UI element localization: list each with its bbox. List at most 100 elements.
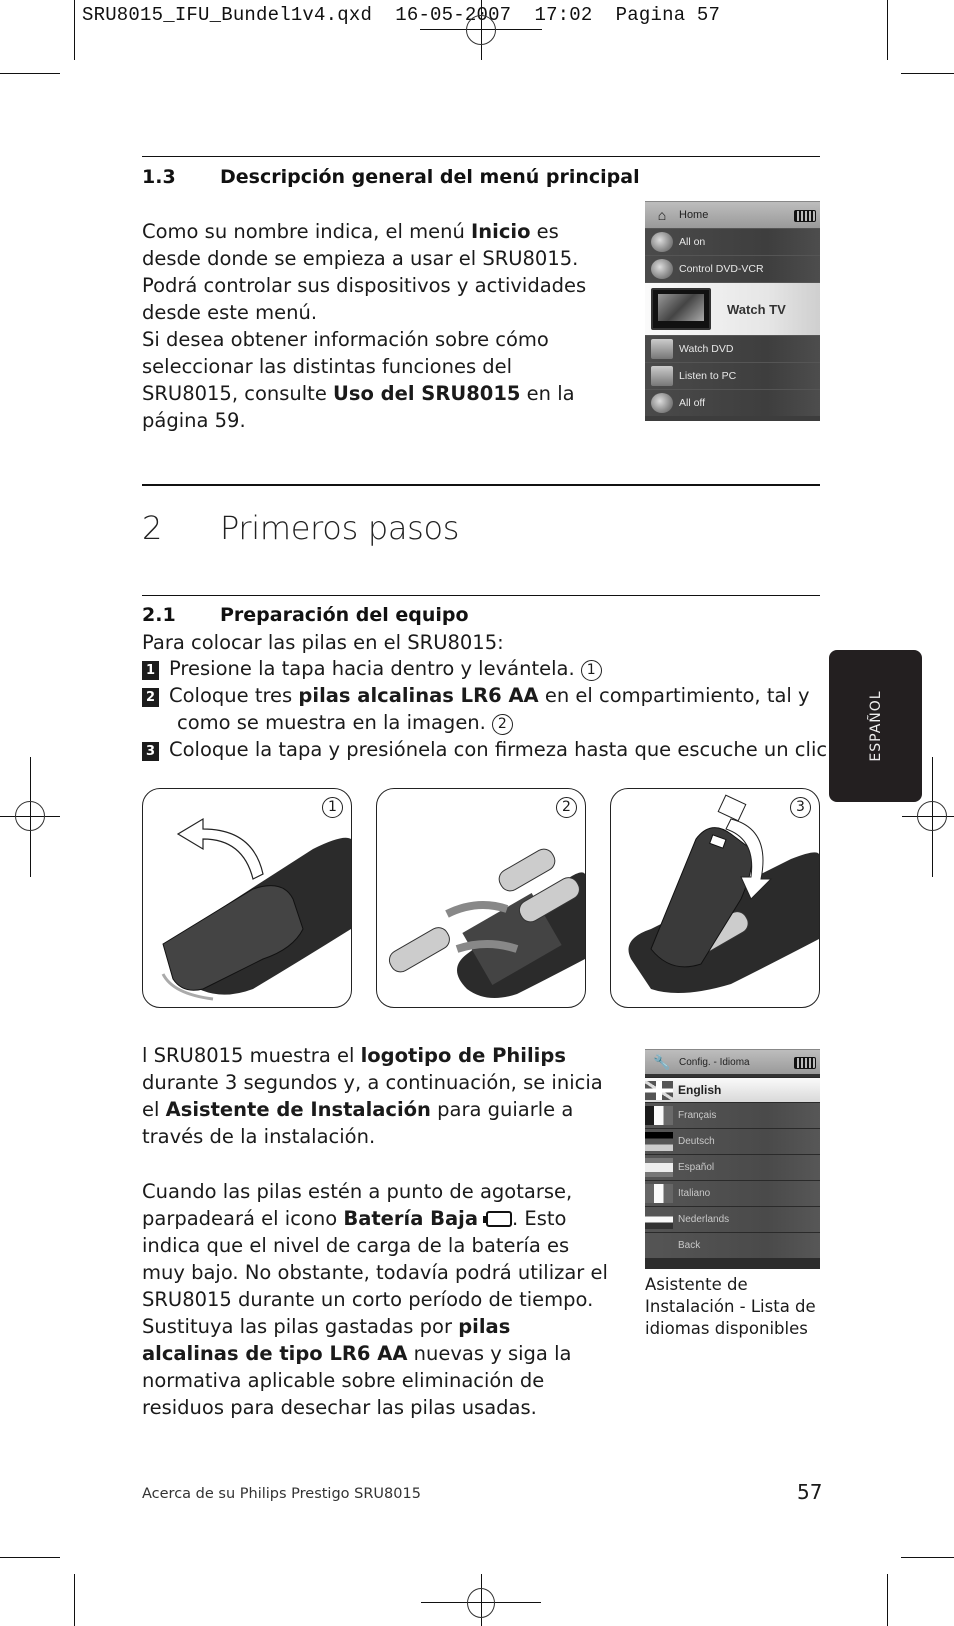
flag-nl-icon [645,1210,673,1229]
language-label: Back [678,1240,701,1251]
crop-mark [0,1557,60,1558]
home-menu-item[interactable]: Control DVD-VCR [645,255,820,282]
crop-mark [901,73,954,74]
language-label: Nederlands [678,1214,730,1225]
flag-fr-icon [645,1106,673,1125]
low-battery-icon [483,1211,513,1227]
step-continuation: como se muestra en la imagen. 2 [142,709,810,736]
page-number: 57 [797,1480,823,1504]
figure-number: 1 [322,797,343,818]
menu-item-label: Listen to PC [679,370,737,382]
dvd-icon [651,259,673,279]
home-menu-item[interactable]: All on [645,228,820,255]
section-rule [142,595,820,596]
step-item: 2 Coloque tres pilas alcalinas LR6 AA en … [142,682,810,736]
crop-mark [0,73,60,74]
section-number: 1.3 [142,166,176,188]
home-menu-item[interactable]: All off [645,389,820,416]
language-option[interactable]: Back [645,1232,820,1258]
screen-header: ⌂ Home [645,202,820,228]
setup-paragraph: l SRU8015 muestra el logotipo de Philips… [142,1042,612,1150]
language-screen-caption: Asistente de Instalación - Lista de idio… [645,1275,816,1338]
text-run: Coloque la tapa y presiónela con firmeza… [169,738,834,761]
home-menu-screenshot: ⌂ Home All on Control DVD-VCR Watch TV Watc… [645,201,820,421]
flag-none-icon [645,1236,673,1255]
bold-text: Batería Baja [343,1207,479,1230]
section-number: 2.1 [142,604,176,626]
illustration-step-3: 3 [610,788,820,1008]
step-item: 3 Coloque la tapa y presiónela con firmez… [142,736,861,763]
chapter-number: 2 [142,509,163,547]
screen-header: 🔧 Config. - Idioma [645,1050,820,1077]
chapter-title: Primeros pasos [220,509,460,547]
home-menu-item[interactable]: Listen to PC [645,362,820,389]
screen-header-title: Home [679,209,709,221]
home-menu-list: All on Control DVD-VCR Watch TV Watch DVD Li… [645,228,820,416]
language-option[interactable]: Italiano [645,1180,820,1206]
figure-number: 2 [556,797,577,818]
section-title: Descripción general del menú principal [220,166,640,188]
music-icon [651,366,673,386]
registration-mark-circle [15,801,45,831]
text-run: en el compartimiento, tal y [538,684,810,707]
bold-text: Inicio [471,220,531,243]
home-menu-item[interactable]: Watch DVD [645,335,820,362]
step-item: 1 Presione la tapa hacia dentro y levánte… [142,655,602,682]
menu-item-label: All on [679,236,706,248]
power-icon [651,232,673,252]
text-run: Podrá controlar sus dispositivos y activ… [142,274,587,324]
language-list: English Français Deutsch Español Italiano Ned… [645,1077,820,1258]
language-label: Italiano [678,1188,711,1199]
tv-icon [651,288,711,330]
dvd-disc-icon [651,339,673,359]
registration-mark-circle [467,1588,495,1618]
section-heading-2-1: 2.1 Preparación del equipo [142,604,469,626]
bold-text: pilas alcalinas LR6 AA [298,684,539,707]
registration-mark-circle [917,801,947,831]
flag-uk-icon [645,1080,673,1100]
text-run: Como su nombre indica, el menú [142,220,471,243]
illustration-step-1: 1 [142,788,352,1008]
text-run: Presione la tapa hacia dentro y levántel… [169,657,575,680]
flag-de-icon [645,1132,673,1151]
power-icon [651,393,673,413]
home-menu-item[interactable]: Watch TV [645,282,820,335]
chapter-heading: 2 Primeros pasos [142,509,459,547]
steps-intro: Para colocar las pilas en el SRU8015: [142,631,504,654]
bold-text: logotipo de Philips [360,1044,566,1067]
flag-it-icon [645,1184,673,1203]
section-1-3-paragraph: Como su nombre indica, el menú Inicio es… [142,218,602,434]
language-label: Français [678,1110,717,1121]
battery-full-icon [794,210,816,222]
bold-text: Asistente de Instalación [165,1098,431,1121]
language-option[interactable]: English [645,1077,820,1102]
menu-item-label: Watch DVD [679,343,734,355]
language-option[interactable]: Deutsch [645,1128,820,1154]
flag-es-icon [645,1158,673,1177]
language-tab-label: ESPAÑOL [867,690,884,762]
home-icon: ⌂ [657,207,667,223]
section-heading-1-3: 1.3 Descripción general del menú principa… [142,166,640,188]
text-run: Coloque tres [169,684,299,707]
crop-mark [887,0,888,60]
low-battery-paragraph: Cuando las pilas estén a punto de agotar… [142,1178,612,1421]
wrench-icon: 🔧 [653,1053,671,1070]
illustration-step-2: 2 [376,788,586,1008]
menu-item-label: Control DVD-VCR [679,263,764,275]
section-title: Preparación del equipo [220,604,469,626]
crop-mark [74,1574,75,1626]
footer-text: Acerca de su Philips Prestigo SRU8015 [142,1486,421,1502]
registration-mark-circle [466,15,496,45]
section-rule [142,156,820,157]
language-label: Español [678,1162,715,1173]
language-option[interactable]: Français [645,1102,820,1128]
menu-item-label: Watch TV [727,301,786,317]
screen-header-title: Config. - Idioma [679,1056,750,1068]
language-option[interactable]: Nederlands [645,1206,820,1232]
text-run: l SRU8015 muestra el [142,1044,361,1067]
chapter-rule [142,484,820,486]
language-label: Deutsch [678,1136,715,1147]
language-option[interactable]: Español [645,1154,820,1180]
crop-mark [901,1557,954,1558]
figure-reference: 2 [491,714,513,735]
